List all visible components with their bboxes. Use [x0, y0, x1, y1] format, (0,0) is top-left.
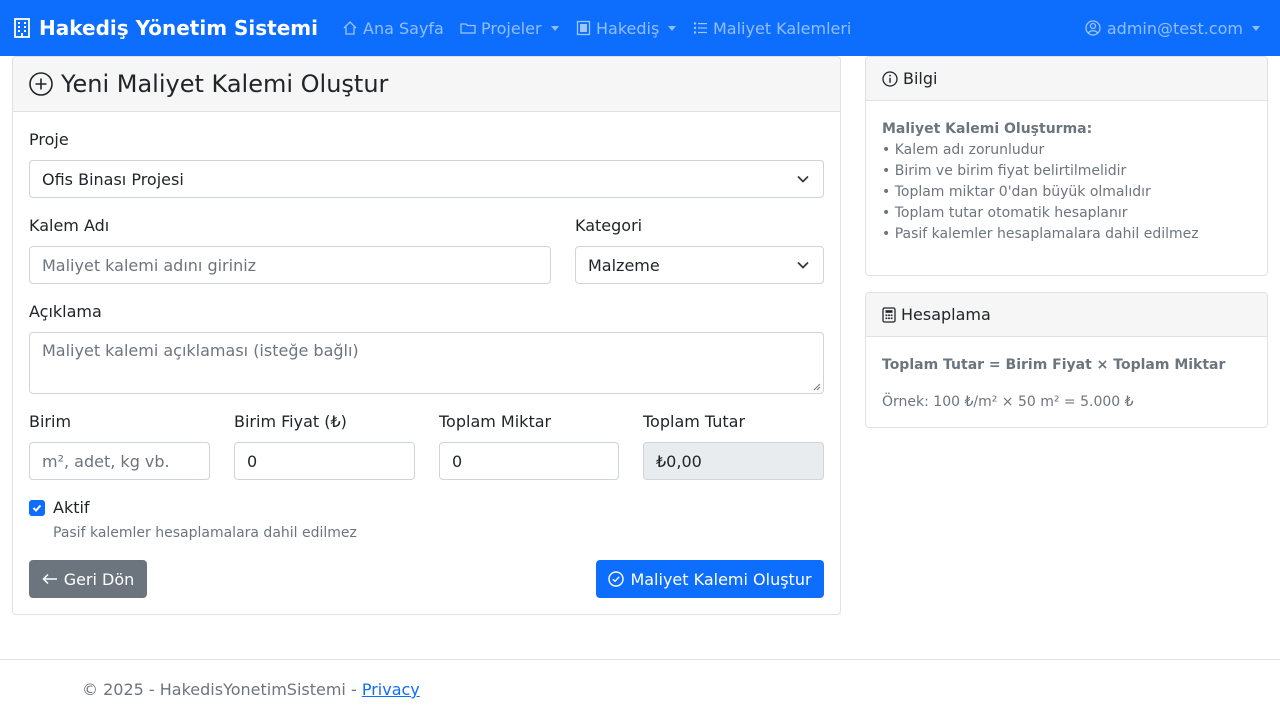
unit-price-value: 0	[247, 451, 258, 471]
quantity-label: Toplam Miktar	[439, 412, 552, 431]
building-icon	[14, 18, 30, 38]
privacy-link[interactable]: Privacy	[362, 680, 420, 699]
chevron-down-icon	[797, 175, 809, 183]
calculation-card-header: Hesaplama	[866, 293, 1267, 337]
nav-hakedis-label: Hakediş	[596, 18, 660, 38]
description-label: Açıklama	[29, 302, 102, 321]
info-item: • Pasif kalemler hesaplamalara dahil edi…	[882, 226, 1199, 242]
quantity-value: 0	[452, 451, 463, 471]
card-header: Yeni Maliyet Kalemi Oluştur	[13, 57, 840, 112]
chevron-down-icon	[797, 261, 809, 269]
calculator-icon	[882, 306, 896, 323]
caret-down-icon	[550, 25, 559, 31]
calculation-card-title: Hesaplama	[901, 305, 991, 324]
description-placeholder: Maliyet kalemi açıklaması (isteğe bağlı)	[42, 341, 359, 360]
footer-text: © 2025 - HakedisYonetimSistemi - Privacy	[82, 680, 420, 699]
item-name-placeholder: Maliyet kalemi adını giriniz	[42, 255, 257, 275]
copyright-text: © 2025 - HakedisYonetimSistemi -	[82, 680, 362, 699]
brand-link[interactable]: Hakediş Yönetim Sistemi	[14, 0, 318, 56]
house-icon	[343, 21, 357, 35]
unit-price-label: Birim Fiyat (₺)	[234, 412, 347, 431]
nav-hakedis[interactable]: Hakediş	[576, 0, 677, 56]
total-amount-value: ₺0,00	[656, 451, 702, 471]
nav-ana-sayfa[interactable]: Ana Sayfa	[342, 0, 444, 56]
category-select[interactable]: Malzeme	[575, 246, 824, 284]
back-button-label: Geri Dön	[63, 569, 135, 589]
calculation-formula: Toplam Tutar = Birim Fiyat × Toplam Mikt…	[882, 357, 1226, 373]
check-icon	[32, 504, 42, 512]
info-item: • Kalem adı zorunludur	[882, 142, 1045, 158]
project-select-value: Ofis Binası Projesi	[42, 169, 184, 189]
project-label: Proje	[29, 130, 69, 149]
footer: © 2025 - HakedisYonetimSistemi - Privacy	[0, 659, 1280, 720]
calculation-card: Hesaplama Toplam Tutar = Birim Fiyat × T…	[865, 292, 1268, 428]
arrow-left-icon	[42, 573, 57, 585]
info-card: Bilgi Maliyet Kalemi Oluşturma: • Kalem …	[865, 56, 1268, 276]
info-heading: Maliyet Kalemi Oluşturma:	[882, 121, 1093, 137]
calculation-example: Örnek: 100 ₺/m² × 50 m² = 5.000 ₺	[882, 394, 1134, 410]
user-menu[interactable]: admin@test.com	[1085, 0, 1260, 56]
create-cost-item-card: Yeni Maliyet Kalemi Oluştur Proje Ofis B…	[12, 56, 841, 615]
brand-title: Hakediş Yönetim Sistemi	[39, 16, 318, 40]
create-cost-item-button[interactable]: Maliyet Kalemi Oluştur	[596, 560, 824, 598]
unit-placeholder: m², adet, kg vb.	[42, 451, 170, 471]
back-button[interactable]: Geri Dön	[29, 560, 147, 598]
active-label[interactable]: Aktif	[53, 498, 90, 517]
unit-input[interactable]: m², adet, kg vb.	[29, 442, 210, 480]
caret-down-icon	[1252, 25, 1260, 31]
info-circle-icon	[882, 70, 898, 87]
create-cost-item-button-label: Maliyet Kalemi Oluştur	[630, 569, 812, 589]
category-select-value: Malzeme	[588, 255, 660, 275]
active-checkbox[interactable]	[29, 500, 45, 516]
nav-maliyet-kalemleri-label: Maliyet Kalemleri	[713, 18, 852, 38]
info-item: • Toplam tutar otomatik hesaplanır	[882, 205, 1128, 221]
folder-icon	[460, 23, 476, 34]
info-item: • Birim ve birim fiyat belirtilmelidir	[882, 163, 1127, 179]
navbar: Hakediş Yönetim Sistemi Ana Sayfa Projel…	[0, 0, 1280, 56]
category-label: Kategori	[575, 216, 643, 235]
info-item: • Toplam miktar 0'dan büyük olmalıdır	[882, 184, 1151, 200]
info-card-title: Bilgi	[903, 69, 938, 88]
user-email: admin@test.com	[1106, 18, 1243, 38]
caret-down-icon	[668, 25, 677, 31]
item-name-label: Kalem Adı	[29, 216, 110, 235]
quantity-input[interactable]: 0	[439, 442, 619, 480]
person-circle-icon	[1085, 20, 1101, 36]
info-card-header: Bilgi	[866, 57, 1267, 101]
resize-grip-icon[interactable]	[813, 383, 821, 391]
unit-price-input[interactable]: 0	[234, 442, 415, 480]
nav-projeler[interactable]: Projeler	[460, 0, 559, 56]
check-circle-icon	[608, 571, 625, 587]
nav-ana-sayfa-label: Ana Sayfa	[363, 18, 444, 38]
page-title: Yeni Maliyet Kalemi Oluştur	[61, 70, 389, 98]
unit-label: Birim	[29, 412, 72, 431]
journal-icon	[576, 20, 591, 36]
nav-projeler-label: Projeler	[481, 18, 542, 38]
calculation-card-body: Toplam Tutar = Birim Fiyat × Toplam Mikt…	[882, 355, 1225, 413]
total-label: Toplam Tutar	[643, 412, 746, 431]
plus-circle-icon	[29, 72, 53, 96]
project-select[interactable]: Ofis Binası Projesi	[29, 160, 824, 198]
total-amount-field: ₺0,00	[643, 442, 824, 480]
list-icon	[693, 22, 707, 34]
nav-maliyet-kalemleri[interactable]: Maliyet Kalemleri	[693, 0, 851, 56]
active-help-text: Pasif kalemler hesaplamalara dahil edilm…	[53, 525, 357, 541]
description-textarea[interactable]: Maliyet kalemi açıklaması (isteğe bağlı)	[29, 332, 824, 394]
info-card-body: Maliyet Kalemi Oluşturma: • Kalem adı zo…	[882, 119, 1199, 245]
item-name-input[interactable]: Maliyet kalemi adını giriniz	[29, 246, 551, 284]
